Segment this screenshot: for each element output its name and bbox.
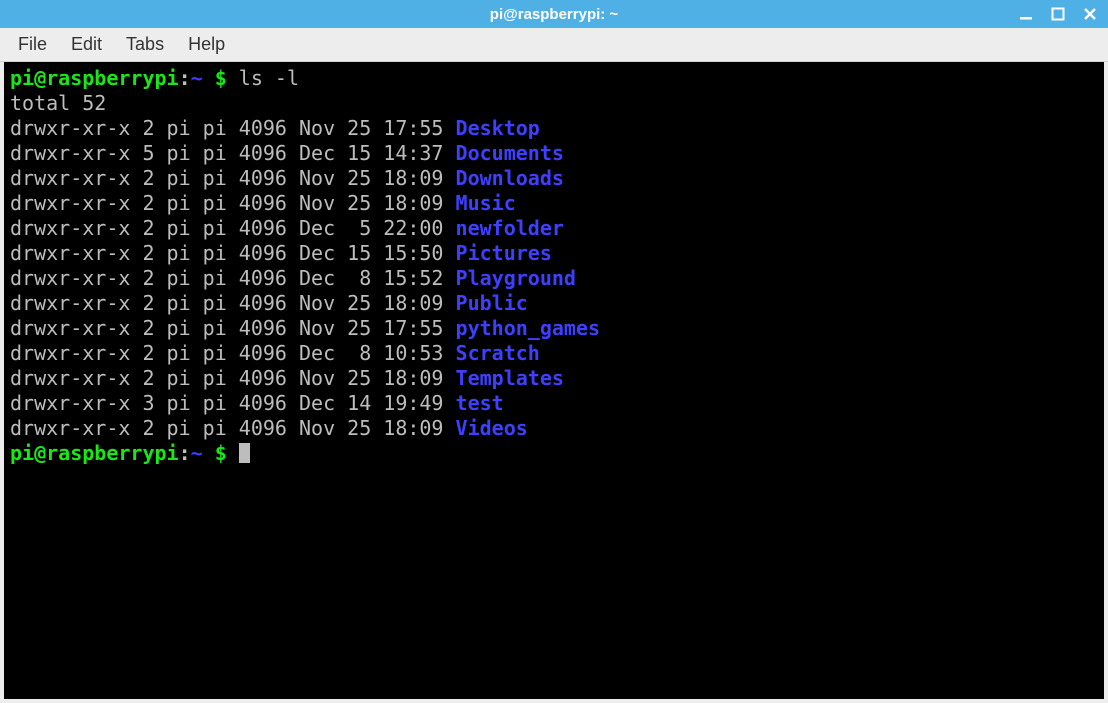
close-button[interactable] (1078, 3, 1102, 25)
listing-name: Playground (456, 266, 576, 290)
prompt-path: ~ (191, 66, 203, 90)
listing-meta: drwxr-xr-x 3 pi pi 4096 Dec 14 19:49 (10, 391, 456, 415)
terminal-viewport[interactable]: pi@raspberrypi:~ $ ls -ltotal 52drwxr-xr… (0, 62, 1108, 703)
maximize-icon (1051, 7, 1065, 21)
window-controls (1014, 3, 1102, 25)
listing-row: drwxr-xr-x 2 pi pi 4096 Nov 25 18:09 Dow… (10, 166, 1098, 191)
command-line: pi@raspberrypi:~ $ ls -l (10, 66, 1098, 91)
listing-name: test (456, 391, 504, 415)
listing-row: drwxr-xr-x 2 pi pi 4096 Nov 25 18:09 Tem… (10, 366, 1098, 391)
prompt-dollar: $ (203, 66, 239, 90)
listing-name: Videos (456, 416, 528, 440)
listing-row: drwxr-xr-x 2 pi pi 4096 Nov 25 17:55 Des… (10, 116, 1098, 141)
listing-row: drwxr-xr-x 5 pi pi 4096 Dec 15 14:37 Doc… (10, 141, 1098, 166)
prompt: pi@raspberrypi:~ $ (10, 441, 239, 465)
listing-row: drwxr-xr-x 2 pi pi 4096 Dec 8 10:53 Scra… (10, 341, 1098, 366)
prompt-sep: : (179, 66, 191, 90)
listing-name: Templates (456, 366, 564, 390)
window-title: pi@raspberrypi: ~ (0, 6, 1108, 23)
prompt-line: pi@raspberrypi:~ $ (10, 441, 1098, 466)
titlebar[interactable]: pi@raspberrypi: ~ (0, 0, 1108, 28)
prompt-user-host: pi@raspberrypi (10, 66, 179, 90)
listing-meta: drwxr-xr-x 2 pi pi 4096 Dec 8 10:53 (10, 341, 456, 365)
listing-name: Desktop (456, 116, 540, 140)
listing-name: Pictures (456, 241, 552, 265)
listing-row: drwxr-xr-x 2 pi pi 4096 Nov 25 18:09 Vid… (10, 416, 1098, 441)
menu-tabs[interactable]: Tabs (116, 30, 174, 59)
listing-name: Scratch (456, 341, 540, 365)
listing-name: Documents (456, 141, 564, 165)
listing-name: Music (456, 191, 516, 215)
terminal-window: pi@raspberrypi: ~ File Edit Tab (0, 0, 1108, 703)
menu-edit[interactable]: Edit (61, 30, 112, 59)
listing-row: drwxr-xr-x 2 pi pi 4096 Nov 25 18:09 Pub… (10, 291, 1098, 316)
maximize-button[interactable] (1046, 3, 1070, 25)
listing-meta: drwxr-xr-x 2 pi pi 4096 Dec 5 22:00 (10, 216, 456, 240)
total-line: total 52 (10, 91, 1098, 116)
listing-meta: drwxr-xr-x 2 pi pi 4096 Nov 25 18:09 (10, 366, 456, 390)
listing-name: python_games (456, 316, 601, 340)
listing-meta: drwxr-xr-x 2 pi pi 4096 Nov 25 18:09 (10, 166, 456, 190)
close-icon (1083, 7, 1097, 21)
minimize-button[interactable] (1014, 3, 1038, 25)
listing-name: Public (456, 291, 528, 315)
minimize-icon (1019, 7, 1033, 21)
listing-row: drwxr-xr-x 2 pi pi 4096 Dec 15 15:50 Pic… (10, 241, 1098, 266)
menu-help[interactable]: Help (178, 30, 235, 59)
listing-meta: drwxr-xr-x 2 pi pi 4096 Nov 25 18:09 (10, 416, 456, 440)
listing-name: Downloads (456, 166, 564, 190)
listing-row: drwxr-xr-x 2 pi pi 4096 Nov 25 18:09 Mus… (10, 191, 1098, 216)
listing-meta: drwxr-xr-x 2 pi pi 4096 Nov 25 18:09 (10, 191, 456, 215)
listing-row: drwxr-xr-x 2 pi pi 4096 Dec 8 15:52 Play… (10, 266, 1098, 291)
listing-meta: drwxr-xr-x 2 pi pi 4096 Nov 25 17:55 (10, 316, 456, 340)
listing-meta: drwxr-xr-x 2 pi pi 4096 Dec 8 15:52 (10, 266, 456, 290)
listing-meta: drwxr-xr-x 2 pi pi 4096 Dec 15 15:50 (10, 241, 456, 265)
prompt-path: ~ (191, 441, 203, 465)
prompt-user-host: pi@raspberrypi (10, 441, 179, 465)
command-text: ls -l (239, 66, 299, 90)
menu-file[interactable]: File (8, 30, 57, 59)
listing-meta: drwxr-xr-x 5 pi pi 4096 Dec 15 14:37 (10, 141, 456, 165)
listing-name: newfolder (456, 216, 564, 240)
listing-meta: drwxr-xr-x 2 pi pi 4096 Nov 25 18:09 (10, 291, 456, 315)
listing-row: drwxr-xr-x 2 pi pi 4096 Nov 25 17:55 pyt… (10, 316, 1098, 341)
listing-row: drwxr-xr-x 2 pi pi 4096 Dec 5 22:00 newf… (10, 216, 1098, 241)
listing-row: drwxr-xr-x 3 pi pi 4096 Dec 14 19:49 tes… (10, 391, 1098, 416)
prompt-dollar: $ (203, 441, 239, 465)
listing-meta: drwxr-xr-x 2 pi pi 4096 Nov 25 17:55 (10, 116, 456, 140)
prompt-sep: : (179, 441, 191, 465)
cursor (239, 443, 250, 463)
prompt: pi@raspberrypi:~ $ (10, 66, 239, 90)
menubar: File Edit Tabs Help (0, 28, 1108, 62)
